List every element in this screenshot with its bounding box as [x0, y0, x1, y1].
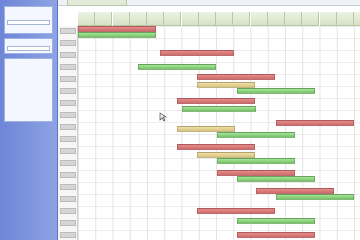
gantt-task-bar[interactable]	[237, 232, 315, 238]
gantt-task-bar[interactable]	[197, 74, 275, 80]
gantt-task-bar[interactable]	[78, 32, 156, 38]
sidebar-item[interactable]	[7, 96, 50, 101]
sidebar-item[interactable]	[7, 90, 50, 95]
gantt-chart	[58, 12, 360, 240]
sidebar-panel-2	[4, 38, 53, 54]
gantt-task-bar[interactable]	[217, 158, 295, 164]
gantt-column-head	[216, 12, 233, 26]
gantt-column-head	[285, 12, 302, 26]
gantt-task-bar[interactable]	[177, 98, 255, 104]
sidebar-item[interactable]	[7, 14, 50, 19]
sidebar-item[interactable]	[7, 60, 50, 65]
sidebar-item[interactable]	[7, 108, 50, 113]
gantt-column-head	[78, 12, 95, 26]
sidebar-item[interactable]	[7, 66, 50, 71]
gantt-row-label[interactable]	[60, 28, 76, 34]
gantt-task-bar[interactable]	[276, 194, 354, 200]
gantt-row-label[interactable]	[60, 112, 76, 118]
gantt-row-label[interactable]	[60, 100, 76, 106]
sidebar-item[interactable]	[7, 84, 50, 89]
gantt-row-label[interactable]	[60, 220, 76, 226]
gantt-column-head	[250, 12, 268, 26]
gantt-task-bar[interactable]	[160, 50, 234, 56]
sidebar-item[interactable]	[7, 8, 50, 13]
gantt-grid[interactable]	[78, 26, 360, 240]
gantt-row-label[interactable]	[60, 40, 76, 46]
gantt-task-bar[interactable]	[276, 120, 354, 126]
gantt-column-head	[164, 12, 182, 26]
gantt-row-label[interactable]	[60, 52, 76, 58]
sidebar-input[interactable]	[7, 46, 50, 51]
gantt-column-head	[233, 12, 251, 26]
gantt-row-label[interactable]	[60, 124, 76, 130]
gantt-row-label[interactable]	[60, 208, 76, 214]
gantt-row-label[interactable]	[60, 64, 76, 70]
gantt-column-head	[354, 12, 360, 26]
gantt-column-head	[302, 12, 320, 26]
gantt-task-bar[interactable]	[237, 176, 315, 182]
gantt-column-head	[267, 12, 285, 26]
gantt-column-header	[78, 12, 360, 26]
gantt-column-head	[336, 12, 354, 26]
sidebar-panel-3	[4, 58, 53, 122]
gantt-row-label[interactable]	[60, 232, 76, 238]
gantt-row-label[interactable]	[60, 160, 76, 166]
sidebar-item[interactable]	[7, 40, 50, 45]
gantt-task-bar[interactable]	[182, 106, 256, 112]
gantt-row-label[interactable]	[60, 76, 76, 82]
mouse-cursor-icon	[159, 112, 167, 122]
tab-active[interactable]	[67, 0, 127, 6]
main-area	[58, 0, 360, 240]
gantt-column-head	[181, 12, 199, 26]
gantt-task-bar[interactable]	[217, 132, 295, 138]
gantt-column-head	[319, 12, 337, 26]
gantt-row-label[interactable]	[60, 172, 76, 178]
sidebar-item[interactable]	[7, 78, 50, 83]
gantt-task-bar[interactable]	[177, 144, 255, 150]
gantt-task-bar[interactable]	[237, 218, 315, 224]
sidebar-item[interactable]	[7, 102, 50, 107]
gantt-row-header-column	[58, 26, 78, 240]
gantt-row-label[interactable]	[60, 88, 76, 94]
gantt-column-head	[147, 12, 164, 26]
sidebar	[0, 0, 58, 240]
sidebar-item[interactable]	[7, 72, 50, 77]
gantt-column-head	[95, 12, 113, 26]
sidebar-item[interactable]	[7, 114, 50, 119]
sidebar-input[interactable]	[7, 20, 50, 25]
gantt-task-bar[interactable]	[197, 208, 275, 214]
sidebar-item[interactable]	[7, 26, 50, 31]
sidebar-panel-1	[4, 6, 53, 34]
tab-strip	[58, 0, 360, 6]
gantt-task-bar[interactable]	[237, 88, 315, 94]
gantt-row-label[interactable]	[60, 136, 76, 142]
gantt-task-bar[interactable]	[138, 64, 216, 70]
gantt-column-head	[129, 12, 147, 26]
gantt-row-label[interactable]	[60, 184, 76, 190]
gantt-column-head	[112, 12, 130, 26]
gantt-row-label[interactable]	[60, 196, 76, 202]
gantt-column-head	[198, 12, 216, 26]
gantt-row-label[interactable]	[60, 148, 76, 154]
